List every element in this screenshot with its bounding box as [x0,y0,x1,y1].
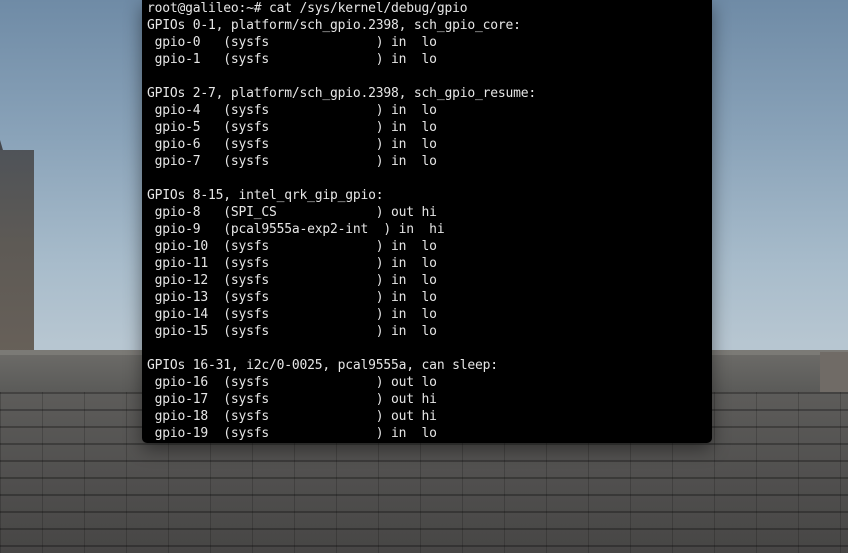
terminal-line: gpio-5 (sysfs ) in lo [147,120,437,135]
terminal-window[interactable]: root@galileo:~# cat /sys/kernel/debug/gp… [142,0,712,443]
terminal-line: gpio-18 (sysfs ) out hi [147,409,437,424]
chimney [820,352,848,392]
terminal-line: gpio-9 (pcal9555a-exp2-int ) in hi [147,222,445,237]
terminal-line: GPIOs 16-31, i2c/0-0025, pcal9555a, can … [147,358,498,373]
terminal-line: gpio-0 (sysfs ) in lo [147,35,437,50]
terminal-line: gpio-14 (sysfs ) in lo [147,307,437,322]
terminal-line: gpio-13 (sysfs ) in lo [147,290,437,305]
terminal-line: gpio-1 (sysfs ) in lo [147,52,437,67]
terminal-line: gpio-6 (sysfs ) in lo [147,137,437,152]
terminal-line: gpio-12 (sysfs ) in lo [147,273,437,288]
terminal-line: gpio-4 (sysfs ) in lo [147,103,437,118]
terminal-line: gpio-10 (sysfs ) in lo [147,239,437,254]
terminal-line: gpio-19 (sysfs ) in lo [147,426,437,441]
terminal-line: gpio-8 (SPI_CS ) out hi [147,205,437,220]
terminal-line: gpio-17 (sysfs ) out hi [147,392,437,407]
terminal-line: gpio-15 (sysfs ) in lo [147,324,437,339]
terminal-line: gpio-16 (sysfs ) out lo [147,375,437,390]
terminal-line: GPIOs 0-1, platform/sch_gpio.2398, sch_g… [147,18,521,33]
terminal-output: root@galileo:~# cat /sys/kernel/debug/gp… [147,0,712,442]
terminal-line: GPIOs 2-7, platform/sch_gpio.2398, sch_g… [147,86,536,101]
terminal-line: gpio-11 (sysfs ) in lo [147,256,437,271]
terminal-line: gpio-7 (sysfs ) in lo [147,154,437,169]
terminal-line: GPIOs 8-15, intel_qrk_gip_gpio: [147,188,384,203]
shell-prompt-line: root@galileo:~# cat /sys/kernel/debug/gp… [147,1,468,16]
